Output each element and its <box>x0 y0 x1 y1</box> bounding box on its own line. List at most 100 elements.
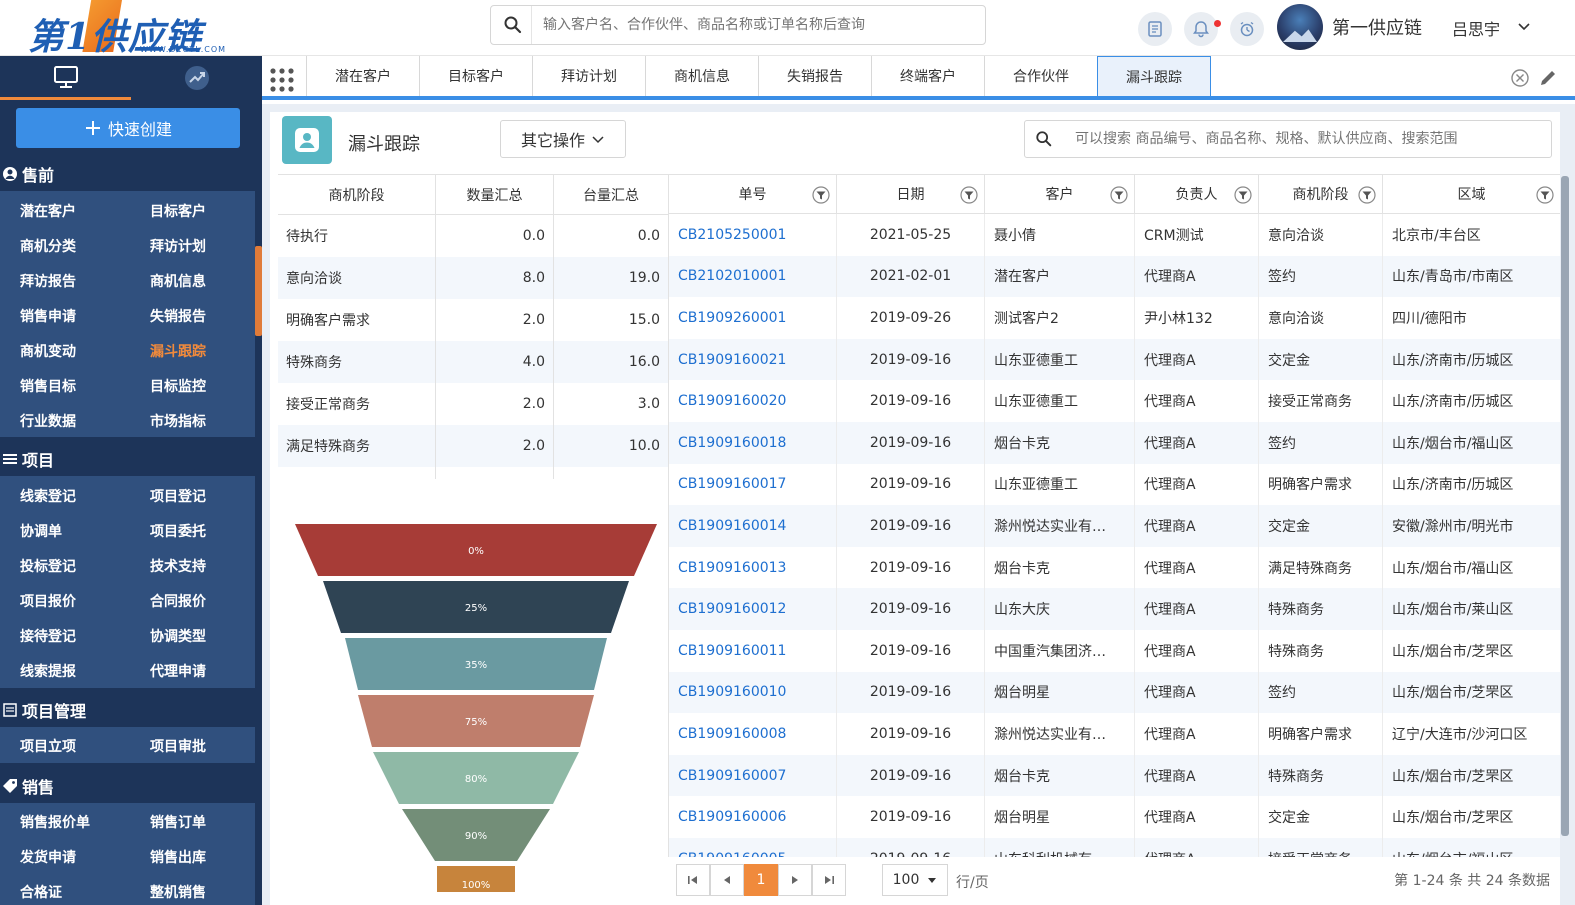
tab-funnel-tracking[interactable]: 漏斗跟踪 <box>1097 56 1211 96</box>
sidebar-item[interactable]: 协调单 <box>20 521 62 541</box>
table-search[interactable] <box>1024 120 1552 158</box>
order-number-link[interactable]: CB1909160021 <box>669 338 837 381</box>
filter-icon[interactable] <box>812 186 830 204</box>
tab-target-customers[interactable]: 目标客户 <box>419 56 532 96</box>
sidebar-item[interactable]: 拜访报告 <box>20 271 76 291</box>
sidebar-item[interactable]: 发货申请 <box>20 847 76 867</box>
header-customer[interactable]: 客户 <box>985 175 1135 213</box>
sidebar-item[interactable]: 项目登记 <box>150 486 206 506</box>
order-number-link[interactable]: CB1909160014 <box>669 505 837 547</box>
filter-icon[interactable] <box>1536 186 1554 204</box>
section-project[interactable]: 项目 <box>0 442 255 476</box>
section-sales[interactable]: 销售 <box>0 769 255 803</box>
order-number-link[interactable]: CB1909260001 <box>669 297 837 339</box>
sidebar-item[interactable]: 潜在客户 <box>20 201 76 221</box>
section-project-management[interactable]: 项目管理 <box>0 693 255 727</box>
table-row[interactable]: CB1909160017 2019-09-16 山东亚德重工 代理商A 明确客户需求 山东… <box>669 463 1560 506</box>
table-row[interactable]: CB1909160008 2019-09-16 滁州悦达实业有… 代理商A 明确客户需求… <box>669 713 1560 755</box>
user-name[interactable]: 吕思宇 <box>1452 16 1500 40</box>
global-search[interactable] <box>490 5 986 45</box>
sidebar-item[interactable]: 目标监控 <box>150 376 206 396</box>
table-row[interactable]: CB1909160012 2019-09-16 山东大庆 代理商A 特殊商务 山东/烟台市… <box>669 588 1560 630</box>
order-number-link[interactable]: CB1909160007 <box>669 754 837 797</box>
sidebar-item[interactable]: 销售申请 <box>20 306 76 326</box>
page-size-select[interactable]: 100 <box>882 864 948 896</box>
sidebar-item[interactable]: 商机信息 <box>150 271 206 291</box>
header-owner[interactable]: 负责人 <box>1135 175 1259 213</box>
sidebar-item[interactable]: 拜访计划 <box>150 236 206 256</box>
tab-potential-customers[interactable]: 潜在客户 <box>306 56 419 96</box>
header-region[interactable]: 区域 <box>1383 175 1560 213</box>
sidebar-item[interactable]: 项目委托 <box>150 521 206 541</box>
first-page-button[interactable] <box>676 864 710 896</box>
sidebar-item[interactable]: 线索登记 <box>20 486 76 506</box>
table-search-input[interactable] <box>1075 127 1545 151</box>
order-number-link[interactable]: CB1909160020 <box>669 380 837 422</box>
avatar[interactable] <box>1277 4 1323 50</box>
order-number-link[interactable]: CB1909160010 <box>669 671 837 714</box>
table-row[interactable]: CB2105250001 2021-05-25 聂小倩 CRM测试 意向洽谈 北京市/丰台… <box>669 214 1560 256</box>
filter-icon[interactable] <box>960 186 978 204</box>
table-row[interactable]: CB1909160010 2019-09-16 烟台明星 代理商A 签约 山东/烟台市/芝… <box>669 671 1560 714</box>
header-order-no[interactable]: 单号 <box>669 175 837 213</box>
close-circle-icon[interactable] <box>1510 68 1530 88</box>
table-scrollbar[interactable] <box>1561 176 1569 836</box>
sidebar-item[interactable]: 协调类型 <box>150 626 206 646</box>
table-row[interactable]: CB2102010001 2021-02-01 潜在客户 代理商A 签约 山东/青岛市/市… <box>669 255 1560 298</box>
summary-row[interactable]: 特殊商务 4.0 16.0 <box>278 341 668 383</box>
order-number-link[interactable]: CB2102010001 <box>669 255 837 298</box>
filter-icon[interactable] <box>1234 186 1252 204</box>
prev-page-button[interactable] <box>710 864 744 896</box>
tab-lost-sales-report[interactable]: 失销报告 <box>758 56 871 96</box>
current-page-button[interactable]: 1 <box>744 864 778 896</box>
sidebar-item[interactable]: 代理申请 <box>150 661 206 681</box>
sidebar-item[interactable]: 商机分类 <box>20 236 76 256</box>
summary-row[interactable]: 意向洽谈 8.0 19.0 <box>278 257 668 299</box>
logo[interactable]: 第1供应链 WWW.D1GYL.COM <box>28 0 243 58</box>
order-number-link[interactable]: CB2105250001 <box>669 214 837 256</box>
sidebar-item[interactable]: 目标客户 <box>150 201 206 221</box>
sidebar-item[interactable]: 整机销售 <box>150 882 206 902</box>
summary-row[interactable]: 满足特殊商务 2.0 10.0 <box>278 425 668 467</box>
sidebar-item[interactable]: 接待登记 <box>20 626 76 646</box>
next-page-button[interactable] <box>778 864 812 896</box>
sidebar-item[interactable]: 行业数据 <box>20 411 76 431</box>
table-row[interactable]: CB1909160018 2019-09-16 烟台卡克 代理商A 签约 山东/烟台市/福… <box>669 422 1560 464</box>
notification-button[interactable] <box>1184 12 1221 46</box>
table-row[interactable]: CB1909160006 2019-09-16 烟台明星 代理商A 交定金 山东/烟台市/… <box>669 796 1560 838</box>
sidebar-item-funnel-active[interactable]: 漏斗跟踪 <box>150 341 206 361</box>
other-operations-dropdown[interactable]: 其它操作 <box>500 120 626 158</box>
order-number-link[interactable]: CB1909160017 <box>669 463 837 506</box>
sidebar-item[interactable]: 合格证 <box>20 882 62 902</box>
order-number-link[interactable]: CB1909160013 <box>669 546 837 589</box>
global-search-input[interactable] <box>543 12 973 38</box>
table-row[interactable]: CB1909160014 2019-09-16 滁州悦达实业有… 代理商A 交定金 安徽/… <box>669 505 1560 547</box>
table-row[interactable]: CB1909160011 2019-09-16 中国重汽集团济… 代理商A 特殊商务 山东… <box>669 630 1560 672</box>
summary-header-stage[interactable]: 商机阶段 <box>278 175 436 214</box>
order-number-link[interactable]: CB1909160006 <box>669 796 837 838</box>
summary-header-quantity[interactable]: 数量汇总 <box>436 175 554 214</box>
table-row[interactable]: CB1909160020 2019-09-16 山东亚德重工 代理商A 接受正常商务 山东… <box>669 380 1560 422</box>
filter-icon[interactable] <box>1358 186 1376 204</box>
alarm-button[interactable] <box>1230 12 1264 46</box>
table-row[interactable]: CB1909160021 2019-09-16 山东亚德重工 代理商A 交定金 山东/济南… <box>669 338 1560 381</box>
sidebar-item[interactable]: 线索提报 <box>20 661 76 681</box>
filter-icon[interactable] <box>1110 186 1128 204</box>
summary-row[interactable]: 明确客户需求 2.0 15.0 <box>278 299 668 341</box>
order-number-link[interactable]: CB1909160012 <box>669 588 837 630</box>
header-date[interactable]: 日期 <box>837 175 985 213</box>
sidebar-item[interactable]: 销售报价单 <box>20 812 90 832</box>
sidebar-item[interactable]: 市场指标 <box>150 411 206 431</box>
sidebar-item[interactable]: 合同报价 <box>150 591 206 611</box>
apps-grid-icon[interactable] <box>268 66 296 94</box>
sidebar-item[interactable]: 销售目标 <box>20 376 76 396</box>
tab-end-customers[interactable]: 终端客户 <box>871 56 984 96</box>
sidebar-item[interactable]: 商机变动 <box>20 341 76 361</box>
tab-partners[interactable]: 合作伙伴 <box>984 56 1097 96</box>
sidebar-item[interactable]: 销售订单 <box>150 812 206 832</box>
tab-visit-plan[interactable]: 拜访计划 <box>532 56 645 96</box>
order-number-link[interactable]: CB1909160018 <box>669 422 837 464</box>
sidebar-tab-chart[interactable] <box>131 56 262 100</box>
sidebar-tab-monitor[interactable] <box>0 56 131 100</box>
order-number-link[interactable]: CB1909160008 <box>669 713 837 755</box>
